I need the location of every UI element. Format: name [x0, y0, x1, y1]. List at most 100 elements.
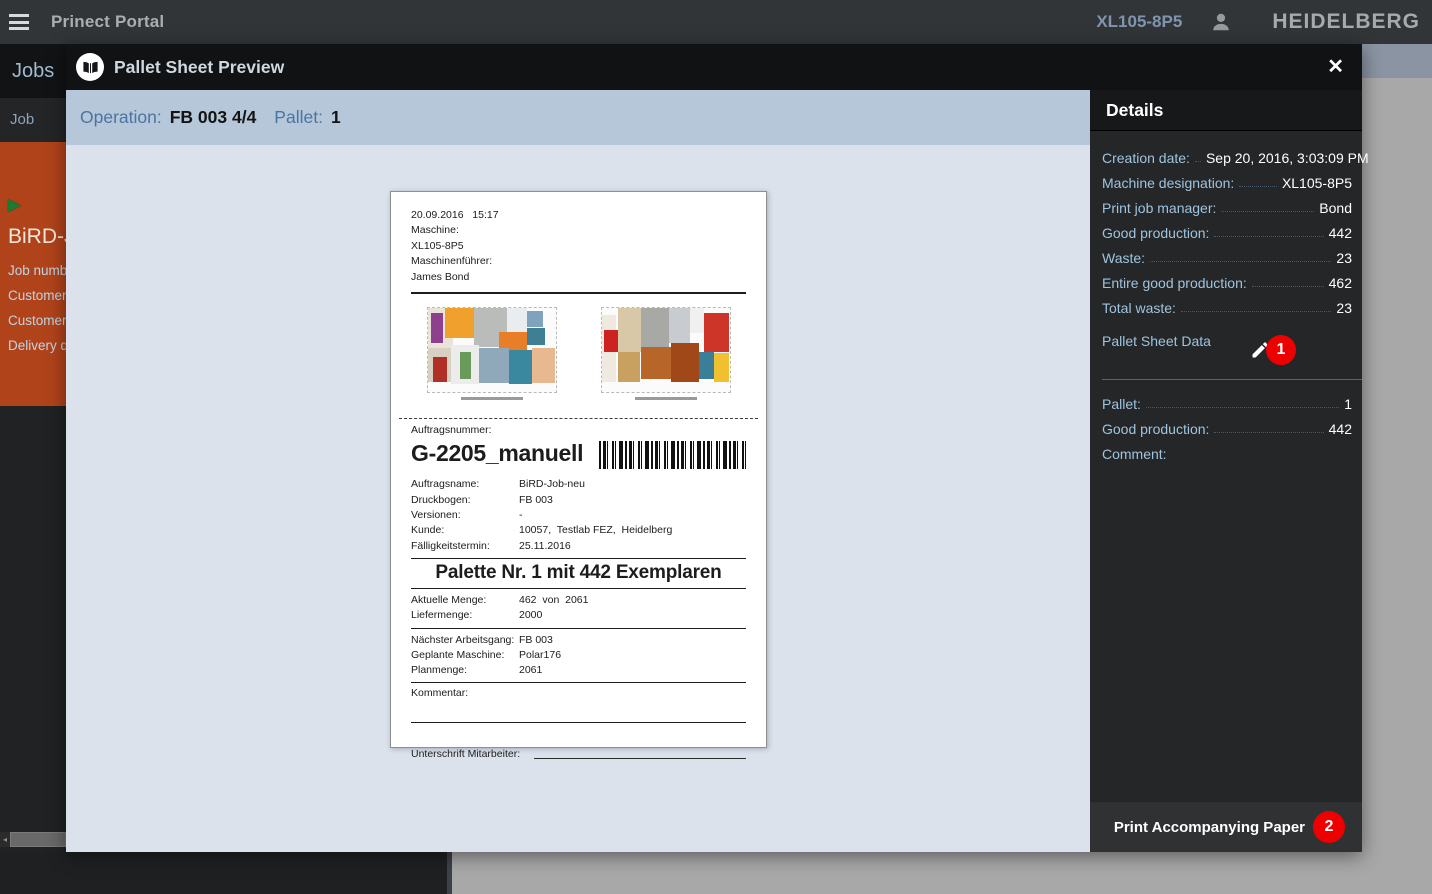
doc-signature-row: Unterschrift Mitarbeiter:: [411, 747, 746, 762]
detail-row: Entire good production:462: [1102, 269, 1352, 294]
doc-field-label: Kunde:: [411, 523, 519, 538]
doc-cut-line: [399, 418, 758, 419]
top-bar-right: XL105-8P5 HEIDELBERG: [1096, 10, 1432, 34]
operation-bar: Operation: FB 003 4/4 Pallet: 1: [66, 90, 1090, 145]
details-footer: Print Accompanying Paper 2: [1090, 802, 1362, 852]
detail-row: Good production:442: [1102, 219, 1352, 244]
horizontal-scrollbar[interactable]: ◂: [0, 832, 66, 847]
machine-id-label: XL105-8P5: [1096, 12, 1182, 32]
dimmed-page-sidebar-bottom: [0, 852, 447, 894]
pallet-sheet-data-label: Pallet Sheet Data: [1102, 333, 1211, 349]
doc-field-label: Aktuelle Menge:: [411, 593, 519, 608]
leader-dots: [1239, 186, 1277, 187]
detail-row: Comment:: [1102, 440, 1352, 465]
doc-machine-value: XL105-8P5: [411, 239, 746, 254]
doc-field-value: -: [519, 508, 746, 523]
notification-badge: 1: [1266, 335, 1296, 365]
sidebar-item-jobs[interactable]: Jobs: [0, 44, 66, 98]
signature-line: [534, 758, 746, 759]
detail-row: Good production:442: [1102, 415, 1352, 440]
job-card-line: Customer I: [8, 283, 66, 308]
doc-field-value: FB 003: [519, 633, 746, 648]
pallet-sheet-document: 20.09.2016 15:17 Maschine: XL105-8P5 Mas…: [390, 191, 767, 748]
doc-divider: [411, 588, 746, 589]
doc-field-label: Planmenge:: [411, 663, 519, 678]
doc-comment-line: [411, 722, 746, 723]
sheet-thumbnails: [411, 308, 746, 408]
detail-row: Waste:23: [1102, 244, 1352, 269]
dimmed-page-content-right: [1362, 78, 1432, 852]
pallet-sheet-icon: [76, 53, 104, 81]
leader-dots: [1181, 311, 1331, 312]
doc-divider: [411, 628, 746, 629]
doc-field-label: Fälligkeitstermin:: [411, 539, 519, 554]
doc-pallet-headline: Palette Nr. 1 mit 442 Exemplaren: [411, 561, 746, 584]
doc-operator-label: Maschinenführer:: [411, 254, 746, 269]
doc-divider: [411, 558, 746, 559]
doc-jobnumber-value: G-2205_manuell: [411, 439, 583, 467]
doc-next-step-fields: Nächster Arbeitsgang: FB 003 Geplante Ma…: [411, 633, 746, 679]
app-title: Prinect Portal: [51, 12, 164, 32]
doc-field-label: Geplante Maschine:: [411, 648, 519, 663]
job-card-line: Job numbe: [8, 258, 66, 283]
job-card-line: Delivery qu: [8, 333, 66, 358]
doc-operator-value: James Bond: [411, 270, 746, 285]
dialog-title: Pallet Sheet Preview: [114, 57, 284, 78]
doc-divider: [411, 682, 746, 683]
pallet-label: Pallet:: [274, 107, 323, 128]
close-icon[interactable]: ✕: [1327, 57, 1344, 77]
doc-field-value: 25.11.2016: [519, 539, 746, 554]
doc-jobnumber-label: Auftragsnummer:: [411, 423, 746, 438]
sidebar-item-job[interactable]: Job: [0, 98, 66, 142]
detail-row: Machine designation:XL105-8P5: [1102, 169, 1352, 194]
sheet-preview-area: 20.09.2016 15:17 Maschine: XL105-8P5 Mas…: [66, 145, 1090, 852]
doc-print-timestamp: 20.09.2016 15:17: [411, 208, 746, 223]
dialog-body: Operation: FB 003 4/4 Pallet: 1 20.09.20…: [66, 90, 1362, 852]
doc-job-fields: Auftragsname: BiRD-Job-neu Druckbogen: F…: [411, 477, 746, 553]
detail-row: Total waste:23: [1102, 294, 1352, 319]
detail-row: Creation date:Sep 20, 2016, 3:03:09 PM: [1102, 144, 1352, 169]
user-icon[interactable]: [1210, 11, 1232, 33]
detail-row: Pallet:1: [1102, 390, 1352, 415]
doc-field-value: 10057, Testlab FEZ, Heidelberg: [519, 523, 746, 538]
dialog-header: Pallet Sheet Preview ✕: [66, 44, 1362, 90]
thumbnail-caption: [635, 397, 697, 400]
scroll-left-icon[interactable]: ◂: [0, 835, 10, 844]
top-bar: Prinect Portal XL105-8P5 HEIDELBERG: [0, 0, 1432, 44]
leader-dots: [1214, 236, 1323, 237]
sheet-thumbnail-front: [428, 308, 556, 408]
thumbnail-caption: [461, 397, 523, 400]
doc-field-label: Nächster Arbeitsgang:: [411, 633, 519, 648]
leader-dots: [1150, 261, 1331, 262]
doc-field-value: 462 von 2061: [519, 593, 746, 608]
pallet-value: 1: [331, 107, 341, 128]
pallet-sheet-data-row: Pallet Sheet Data 1: [1102, 333, 1352, 367]
doc-field-value: BiRD-Job-neu: [519, 477, 746, 492]
leader-dots: [1221, 211, 1314, 212]
scrollbar-thumb[interactable]: [10, 832, 66, 847]
details-divider: [1102, 379, 1362, 380]
doc-comment-label: Kommentar:: [411, 686, 746, 701]
play-icon: ▶: [8, 196, 21, 213]
doc-machine-label: Maschine:: [411, 223, 746, 238]
doc-field-value: FB 003: [519, 493, 746, 508]
doc-field-value: 2061: [519, 663, 746, 678]
doc-field-value: Polar176: [519, 648, 746, 663]
sheet-thumbnail-back: [602, 308, 730, 408]
menu-icon[interactable]: [9, 14, 29, 30]
leader-dots: [1252, 286, 1324, 287]
pallet-sheet-preview-dialog: Pallet Sheet Preview ✕ Operation: FB 003…: [66, 44, 1362, 852]
detail-row: Print job manager:Bond: [1102, 194, 1352, 219]
leader-dots: [1214, 432, 1323, 433]
heidelberg-logo: HEIDELBERG: [1272, 10, 1420, 34]
operation-value: FB 003 4/4: [170, 107, 257, 128]
print-accompanying-paper-button[interactable]: Print Accompanying Paper: [1114, 819, 1305, 836]
doc-signature-label: Unterschrift Mitarbeiter:: [411, 747, 520, 762]
doc-quantity-fields: Aktuelle Menge: 462 von 2061 Liefermenge…: [411, 593, 746, 624]
job-card[interactable]: ▶ BiRD-J Job numbe Customer I Customer: …: [0, 142, 66, 406]
details-panel: Details Creation date:Sep 20, 2016, 3:03…: [1090, 90, 1362, 852]
dimmed-page-content-bottom: [452, 852, 1432, 894]
doc-divider: [411, 292, 746, 294]
sidebar: Jobs Job ▶ BiRD-J Job numbe Customer I C…: [0, 44, 66, 852]
doc-field-label: Liefermenge:: [411, 608, 519, 623]
